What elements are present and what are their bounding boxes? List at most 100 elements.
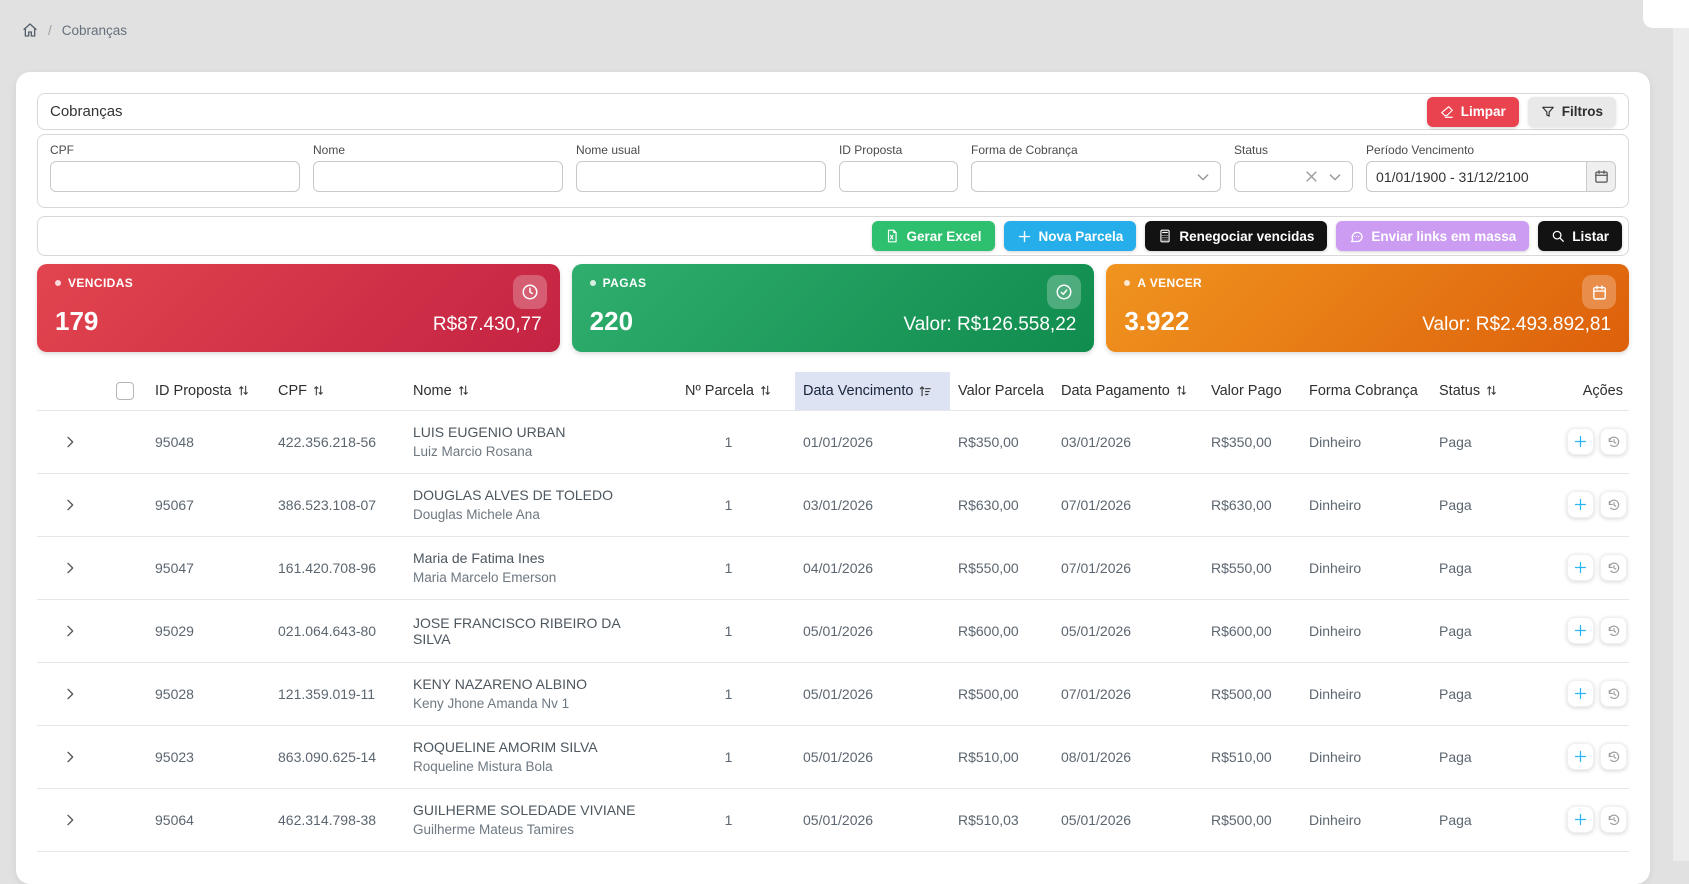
chevron-right-icon bbox=[62, 749, 78, 765]
send-links-button[interactable]: Enviar links em massa bbox=[1336, 221, 1529, 251]
plus-icon bbox=[1573, 812, 1588, 827]
id-proposta-field: ID Proposta bbox=[839, 143, 958, 192]
cell-valor-pago: R$500,00 bbox=[1203, 662, 1301, 725]
cell-nome: DOUGLAS ALVES DE TOLEDO Douglas Michele … bbox=[405, 473, 660, 536]
new-installment-button[interactable]: Nova Parcela bbox=[1004, 221, 1137, 251]
clear-x-icon[interactable] bbox=[1304, 169, 1319, 184]
history-button[interactable] bbox=[1600, 617, 1627, 644]
history-button[interactable] bbox=[1600, 680, 1627, 707]
header-id-proposta[interactable]: ID Proposta bbox=[147, 372, 270, 410]
add-payment-button[interactable] bbox=[1567, 806, 1594, 833]
cell-nome: LUIS EUGENIO URBAN Luiz Marcio Rosana bbox=[405, 410, 660, 473]
expand-row-button[interactable] bbox=[55, 553, 85, 583]
cell-valor-parcela: R$550,00 bbox=[950, 536, 1053, 599]
cell-status: Paga bbox=[1431, 599, 1551, 662]
clock-icon bbox=[513, 275, 547, 309]
filters-button[interactable]: Filtros bbox=[1528, 97, 1616, 127]
cell-n-parcela: 1 bbox=[660, 788, 795, 851]
chevron-right-icon bbox=[62, 623, 78, 639]
plus-icon bbox=[1017, 229, 1032, 244]
nome-field: Nome bbox=[313, 143, 563, 192]
header-valor-pago: Valor Pago bbox=[1203, 372, 1301, 410]
scrollbar[interactable] bbox=[1673, 28, 1689, 861]
card-a-vencer[interactable]: A VENCER 3.922 Valor: R$2.493.892,81 bbox=[1106, 264, 1629, 352]
add-payment-button[interactable] bbox=[1567, 617, 1594, 644]
cell-n-parcela: 1 bbox=[660, 599, 795, 662]
breadcrumb-current: Cobranças bbox=[62, 23, 127, 38]
expand-row-button[interactable] bbox=[55, 490, 85, 520]
list-button[interactable]: Listar bbox=[1538, 221, 1622, 251]
cell-cpf: 161.420.708-96 bbox=[270, 536, 405, 599]
home-icon[interactable] bbox=[22, 22, 38, 38]
card-pagas[interactable]: PAGAS 220 Valor: R$126.558,22 bbox=[572, 264, 1095, 352]
add-payment-button[interactable] bbox=[1567, 680, 1594, 707]
cell-valor-parcela: R$510,03 bbox=[950, 788, 1053, 851]
cell-valor-pago: R$350,00 bbox=[1203, 410, 1301, 473]
header-data-vencimento[interactable]: Data Vencimento bbox=[795, 372, 950, 410]
cell-cpf: 386.523.108-07 bbox=[270, 473, 405, 536]
card-count: 220 bbox=[590, 308, 633, 334]
id-proposta-input[interactable] bbox=[839, 161, 958, 192]
table-row: 95029 021.064.643-80 JOSE FRANCISCO RIBE… bbox=[37, 599, 1629, 662]
forma-cobranca-field: Forma de Cobrança bbox=[971, 143, 1221, 192]
cell-forma-cobranca: Dinheiro bbox=[1301, 725, 1431, 788]
header-cpf[interactable]: CPF bbox=[270, 372, 405, 410]
cell-n-parcela: 1 bbox=[660, 473, 795, 536]
eraser-icon bbox=[1440, 105, 1454, 119]
cell-n-parcela: 1 bbox=[660, 725, 795, 788]
excel-file-icon bbox=[885, 229, 899, 243]
cell-valor-parcela: R$350,00 bbox=[950, 410, 1053, 473]
header-status[interactable]: Status bbox=[1431, 372, 1551, 410]
select-all-checkbox[interactable] bbox=[116, 382, 134, 400]
history-icon bbox=[1607, 435, 1621, 449]
cell-nome: ROQUELINE AMORIM SILVA Roqueline Mistura… bbox=[405, 725, 660, 788]
renegotiate-overdue-button[interactable]: Renegociar vencidas bbox=[1145, 221, 1327, 251]
cpf-input[interactable] bbox=[50, 161, 300, 192]
table-row: 95028 121.359.019-11 KENY NAZARENO ALBIN… bbox=[37, 662, 1629, 725]
cobrancas-table: ID Proposta CPF Nome Nº Parcela Data Ven… bbox=[37, 372, 1629, 852]
expand-row-button[interactable] bbox=[55, 742, 85, 772]
add-payment-button[interactable] bbox=[1567, 554, 1594, 581]
cell-status: Paga bbox=[1431, 725, 1551, 788]
check-circle-icon bbox=[1047, 275, 1081, 309]
history-button[interactable] bbox=[1600, 554, 1627, 581]
cell-data-vencimento: 03/01/2026 bbox=[795, 473, 950, 536]
status-select[interactable] bbox=[1234, 161, 1353, 192]
header-n-parcela[interactable]: Nº Parcela bbox=[660, 372, 795, 410]
chevron-right-icon bbox=[62, 434, 78, 450]
cell-n-parcela: 1 bbox=[660, 410, 795, 473]
header-nome[interactable]: Nome bbox=[405, 372, 660, 410]
history-button[interactable] bbox=[1600, 743, 1627, 770]
history-button[interactable] bbox=[1600, 806, 1627, 833]
clear-button[interactable]: Limpar bbox=[1427, 97, 1519, 127]
generate-excel-button[interactable]: Gerar Excel bbox=[872, 221, 994, 251]
cell-valor-parcela: R$510,00 bbox=[950, 725, 1053, 788]
expand-row-button[interactable] bbox=[55, 616, 85, 646]
add-payment-button[interactable] bbox=[1567, 491, 1594, 518]
header-data-pagamento[interactable]: Data Pagamento bbox=[1053, 372, 1203, 410]
history-button[interactable] bbox=[1600, 428, 1627, 455]
history-icon bbox=[1607, 687, 1621, 701]
expand-row-button[interactable] bbox=[55, 427, 85, 457]
periodo-vencimento-input[interactable] bbox=[1366, 161, 1587, 192]
cell-data-vencimento: 05/01/2026 bbox=[795, 725, 950, 788]
forma-cobranca-select[interactable] bbox=[971, 161, 1221, 192]
cell-valor-pago: R$550,00 bbox=[1203, 536, 1301, 599]
cell-data-pagamento: 07/01/2026 bbox=[1053, 473, 1203, 536]
expand-row-button[interactable] bbox=[55, 805, 85, 835]
nome-input[interactable] bbox=[313, 161, 563, 192]
calendar-icon bbox=[1582, 275, 1616, 309]
search-icon bbox=[1551, 229, 1565, 243]
add-payment-button[interactable] bbox=[1567, 743, 1594, 770]
calendar-button[interactable] bbox=[1587, 161, 1616, 192]
chevron-right-icon bbox=[62, 497, 78, 513]
chevron-right-icon bbox=[62, 812, 78, 828]
cell-status: Paga bbox=[1431, 473, 1551, 536]
nome-usual-input[interactable] bbox=[576, 161, 826, 192]
add-payment-button[interactable] bbox=[1567, 428, 1594, 455]
card-vencidas[interactable]: VENCIDAS 179 R$87.430,77 bbox=[37, 264, 560, 352]
expand-row-button[interactable] bbox=[55, 679, 85, 709]
cell-data-vencimento: 01/01/2026 bbox=[795, 410, 950, 473]
cell-n-parcela: 1 bbox=[660, 662, 795, 725]
history-button[interactable] bbox=[1600, 491, 1627, 518]
